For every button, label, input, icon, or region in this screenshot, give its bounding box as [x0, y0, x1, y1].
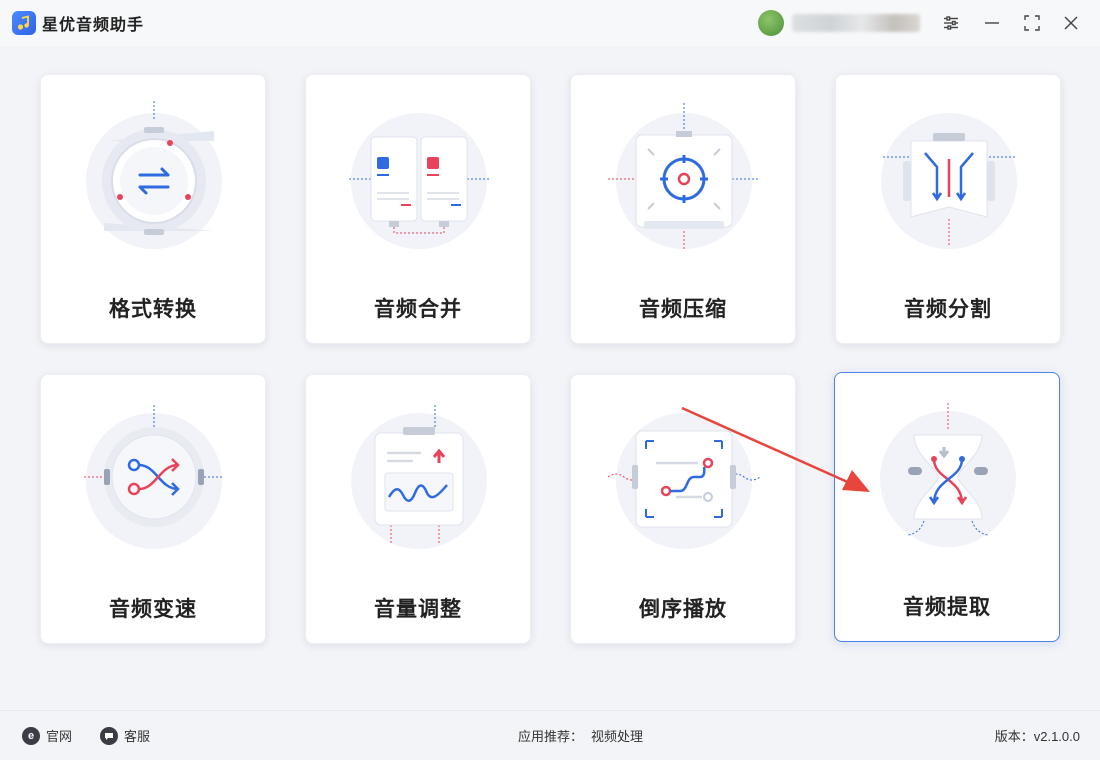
user-avatar[interactable] — [758, 10, 784, 36]
feature-grid: 格式转换 音频合并 音频压缩 音频分割 音频变速 音量调整 倒序播放 音频提取 — [0, 46, 1100, 710]
audio-extract-icon — [880, 403, 1016, 547]
audio-split-card[interactable]: 音频分割 — [835, 74, 1061, 344]
audio-speed-label: 音频变速 — [109, 598, 197, 621]
audio-merge-icon — [349, 113, 489, 249]
app-title: 星优音频助手 — [42, 17, 145, 34]
support-label: 客服 — [124, 729, 151, 744]
audio-compress-label: 音频压缩 — [639, 298, 727, 321]
user-name-blurred — [792, 14, 920, 32]
minimize-icon[interactable] — [979, 10, 1005, 36]
title-bar: 星优音频助手 — [0, 0, 1100, 46]
footer: e 官网 客服 应用推荐： 视频处理 版本：v2.1.0.0 — [0, 710, 1100, 760]
reverse-play-card[interactable]: 倒序播放 — [570, 374, 796, 644]
support-link[interactable]: 客服 — [100, 726, 150, 745]
audio-merge-card[interactable]: 音频合并 — [305, 74, 531, 344]
volume-adjust-card[interactable]: 音量调整 — [305, 374, 531, 644]
version-label: 版本：v2.1.0.0 — [994, 729, 1080, 744]
format-convert-label: 格式转换 — [109, 298, 197, 321]
audio-compress-icon — [608, 103, 760, 249]
maximize-icon[interactable] — [1019, 10, 1045, 36]
reverse-play-label: 倒序播放 — [639, 598, 727, 621]
audio-extract-label: 音频提取 — [903, 596, 991, 619]
audio-extract-card[interactable]: 音频提取 — [834, 372, 1060, 642]
audio-speed-card[interactable]: 音频变速 — [40, 374, 266, 644]
volume-adjust-icon — [351, 405, 487, 549]
volume-adjust-label: 音量调整 — [374, 598, 462, 621]
audio-merge-label: 音频合并 — [374, 298, 462, 321]
format-convert-card[interactable]: 格式转换 — [40, 74, 266, 344]
recommend-video-link[interactable]: 视频处理 — [591, 726, 643, 745]
website-link[interactable]: e 官网 — [22, 726, 72, 745]
audio-speed-icon — [84, 405, 224, 549]
app-recommendation: 应用推荐： 视频处理 — [518, 726, 643, 745]
app-logo-icon — [12, 11, 36, 35]
audio-split-label: 音频分割 — [904, 298, 992, 321]
chat-icon — [100, 726, 118, 745]
audio-compress-card[interactable]: 音频压缩 — [570, 74, 796, 344]
website-icon: e — [22, 726, 40, 745]
user-account[interactable] — [758, 10, 920, 36]
format-convert-icon — [86, 101, 222, 249]
audio-split-icon — [881, 113, 1017, 249]
settings-icon[interactable] — [938, 10, 964, 36]
recommend-label: 应用推荐： — [518, 729, 584, 744]
close-icon[interactable] — [1058, 10, 1084, 36]
website-label: 官网 — [46, 729, 73, 744]
reverse-play-icon — [607, 413, 761, 549]
